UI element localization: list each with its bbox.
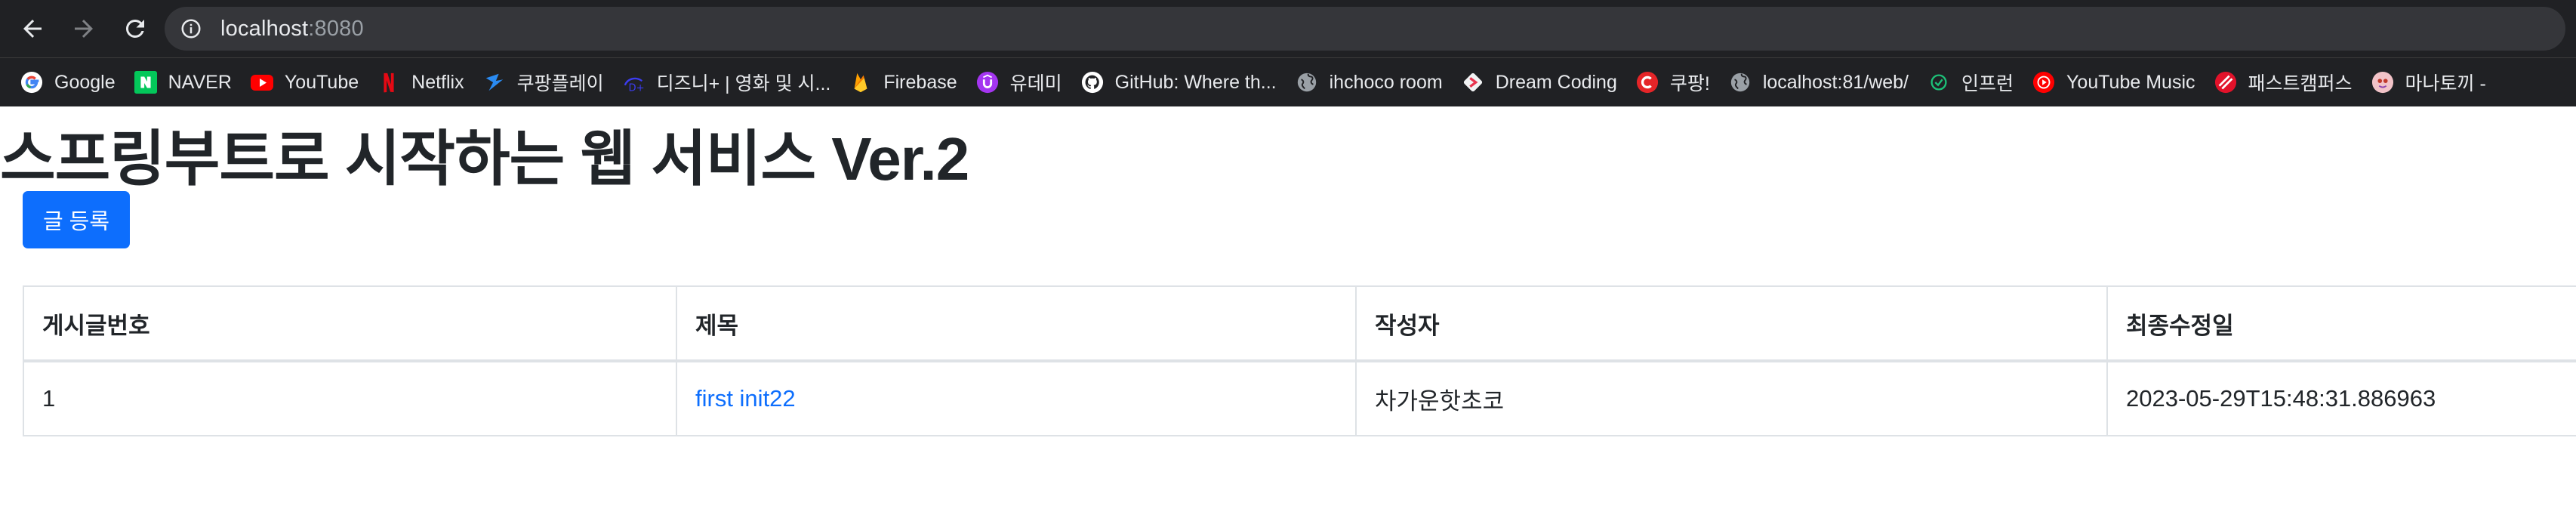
coupang-icon [1635,70,1659,94]
bookmark-label: 유데미 [1009,73,1062,94]
bookmark-firebase[interactable]: Firebase [849,70,957,94]
bookmark-fastcampus[interactable]: 패스트캠퍼스 [2214,69,2353,96]
bookmark-dream-coding[interactable]: Dream Coding [1461,70,1617,94]
cell-title: first init22 [676,360,1357,436]
bookmark-label: 마나토끼 - [2405,73,2486,94]
browser-toolbar: localhost:8080 [0,0,2576,57]
forward-button[interactable] [63,8,104,49]
bookmarks-bar: Google NAVER YouTube Netflix 쿠팡플레이 D+ 디즈… [0,57,2576,106]
firebase-icon [849,70,873,94]
bookmark-github[interactable]: GitHub: Where th... [1080,70,1277,94]
posts-table: 게시글번호 제목 작성자 최종수정일 1 first init22 차가운핫초코… [23,285,2576,436]
bookmark-label: GitHub: Where th... [1114,71,1277,93]
bookmark-label: Firebase [883,71,957,93]
manatoki-icon [2371,70,2395,94]
fastcampus-icon [2214,70,2238,94]
header-author: 작성자 [1355,285,2108,362]
forward-arrow-icon [75,20,93,38]
table-header-row: 게시글번호 제목 작성자 최종수정일 [23,285,2576,362]
bookmark-label: localhost:81/web/ [1762,71,1909,93]
table-row: 1 first init22 차가운핫초코 2023-05-29T15:48:3… [23,360,2576,436]
bookmark-label: YouTube [284,71,359,93]
google-icon [20,70,44,94]
globe-icon [1728,70,1752,94]
cell-author: 차가운핫초코 [1355,360,2108,436]
bookmark-netflix[interactable]: Netflix [377,70,464,94]
bookmark-manatoki[interactable]: 마나토끼 - [2371,69,2486,96]
bookmark-label: Dream Coding [1495,71,1617,93]
bookmark-google[interactable]: Google [20,70,116,94]
bookmark-label: 쿠팡! [1669,73,1710,94]
github-icon [1080,70,1105,94]
header-title: 제목 [676,285,1357,362]
bookmark-label: ihchoco room [1329,71,1443,93]
bookmark-coupang[interactable]: 쿠팡! [1635,69,1710,96]
youtube-music-icon [2032,70,2056,94]
svg-text:D+: D+ [628,82,644,94]
reload-icon [125,19,144,38]
bookmark-inflearn[interactable]: 인프런 [1927,69,2014,96]
bookmark-youtube-music[interactable]: YouTube Music [2032,70,2195,94]
disney-plus-icon: D+ [622,70,646,94]
register-post-button[interactable]: 글 등록 [23,191,130,248]
inflearn-icon [1927,70,1951,94]
bookmark-localhost-81[interactable]: localhost:81/web/ [1728,70,1909,94]
bookmark-label: 쿠팡플레이 [516,73,604,94]
header-modified-date: 최종수정일 [2106,285,2576,362]
youtube-icon [250,70,274,94]
bookmark-label: Google [54,71,116,93]
url-host: localhost [220,16,309,41]
bookmark-label: NAVER [168,71,232,93]
cell-post-number: 1 [23,360,677,436]
bookmark-coupang-play[interactable]: 쿠팡플레이 [482,69,604,96]
back-arrow-icon [23,20,42,38]
bookmark-disney-plus[interactable]: D+ 디즈니+ | 영화 및 시... [622,69,831,96]
page-title: 스프링부트로 시작하는 웹 서비스 Ver.2 [0,125,969,193]
bookmark-label: YouTube Music [2066,71,2195,93]
bookmark-label: 디즈니+ | 영화 및 시... [656,73,831,94]
globe-icon [1295,70,1319,94]
naver-icon [134,70,158,94]
reload-button[interactable] [115,8,156,49]
coupang-play-icon [482,70,507,94]
header-post-number: 게시글번호 [23,285,677,362]
address-bar[interactable]: localhost:8080 [165,7,2565,51]
url-text: localhost:8080 [220,17,364,42]
url-port: :8080 [308,16,364,41]
dream-coding-icon [1461,70,1485,94]
bookmark-youtube[interactable]: YouTube [250,70,359,94]
bookmark-label: 인프런 [1961,73,2014,94]
bookmark-ihchoco-room[interactable]: ihchoco room [1295,70,1443,94]
cell-modified-date: 2023-05-29T15:48:31.886963 [2106,360,2576,436]
bookmark-label: 패스트캠퍼스 [2248,73,2353,94]
netflix-icon [377,70,401,94]
bookmark-naver[interactable]: NAVER [134,70,232,94]
site-info-icon[interactable] [178,16,204,42]
udemy-icon [975,70,1000,94]
bookmark-udemy[interactable]: 유데미 [975,69,1062,96]
bookmark-label: Netflix [411,71,464,93]
post-title-link[interactable]: first init22 [695,385,796,412]
back-button[interactable] [12,8,53,49]
